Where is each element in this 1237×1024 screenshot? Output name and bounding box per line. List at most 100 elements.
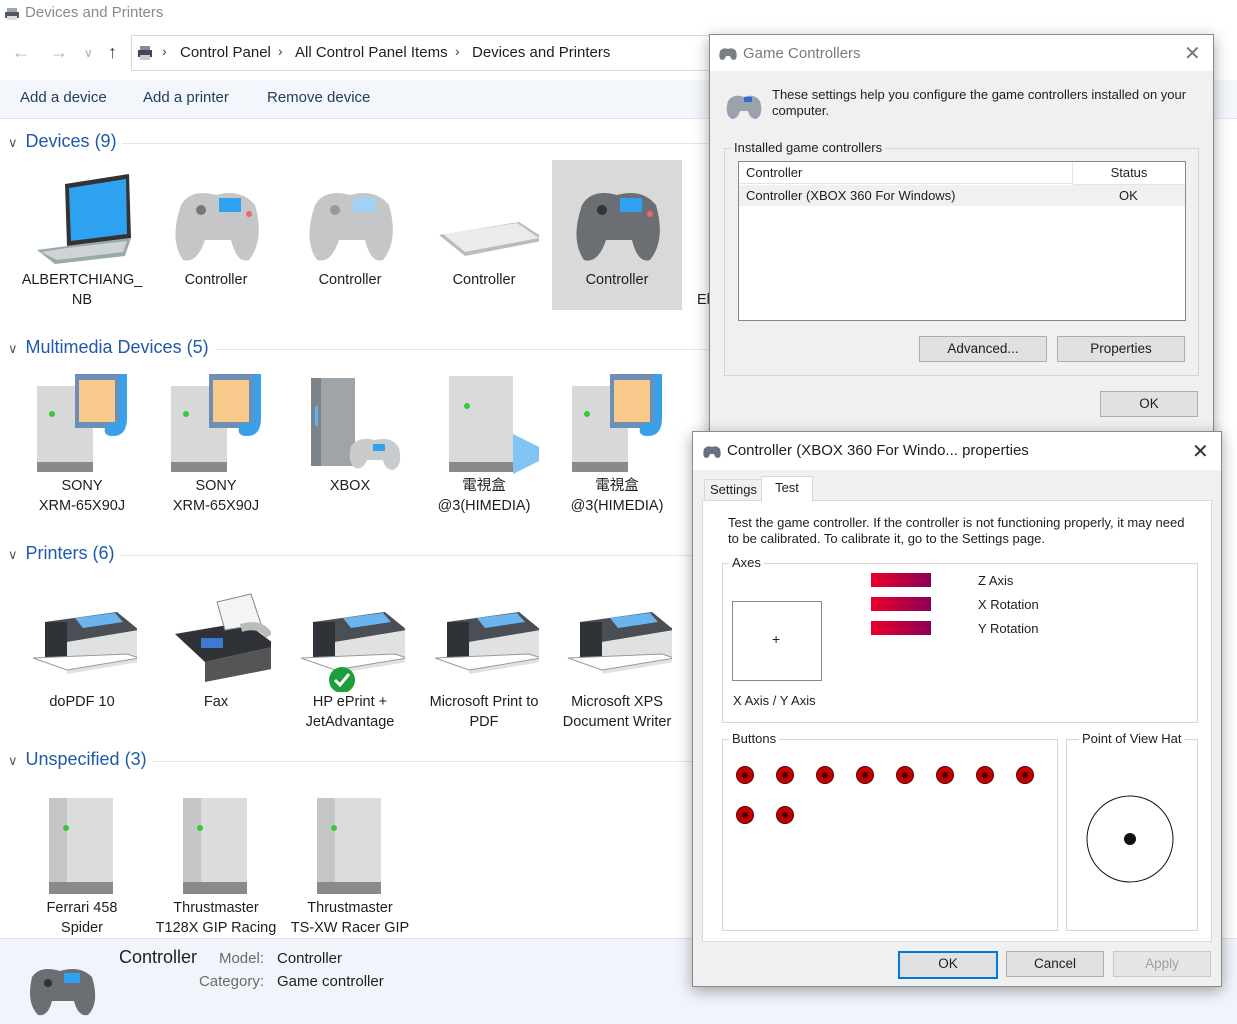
printer-tile-hp-eprint[interactable]: HP ePrint + JetAdvantage — [285, 582, 415, 732]
device-tile-sony-tv[interactable]: SONY XRM-65X90J — [151, 366, 281, 516]
laptop-icon — [27, 160, 137, 270]
breadcrumb-control-panel[interactable]: Control Panel — [180, 44, 271, 61]
media-server-icon — [161, 366, 271, 476]
device-tile-ferrari[interactable]: Ferrari 458 Spider — [17, 788, 147, 938]
add-printer-button[interactable]: Add a printer — [143, 89, 229, 106]
printer-app-icon — [4, 6, 20, 27]
group-count: (6) — [92, 543, 115, 563]
breadcrumb-chevron-icon: › — [455, 43, 460, 59]
button-indicator-5 — [896, 766, 914, 784]
device-tile-controller-selected[interactable]: Controller — [552, 160, 682, 310]
group-caption: Buttons — [729, 731, 780, 746]
fax-icon — [161, 582, 277, 692]
group-label: Devices — [25, 131, 90, 151]
remove-device-button[interactable]: Remove device — [267, 89, 370, 106]
apply-button[interactable]: Apply — [1113, 951, 1211, 977]
window-title: Devices and Printers — [25, 4, 164, 21]
generic-device-icon — [161, 788, 271, 898]
device-tile-controller[interactable]: Controller — [151, 160, 281, 290]
device-tile-xbox[interactable]: XBOX — [285, 366, 415, 496]
media-server-icon — [562, 366, 672, 476]
device-tile-partial[interactable]: El — [690, 160, 710, 310]
collapse-chevron-icon: ∨ — [8, 753, 18, 768]
close-icon[interactable]: ✕ — [1192, 439, 1209, 464]
address-bar[interactable]: › Control Panel › All Control Panel Item… — [131, 35, 732, 71]
collapse-chevron-icon: ∨ — [8, 341, 18, 356]
group-header-multimedia[interactable]: ∨ Multimedia Devices (5) — [8, 337, 209, 358]
printer-icon — [429, 582, 542, 692]
properties-button[interactable]: Properties — [1057, 336, 1185, 362]
group-caption: Installed game controllers — [731, 140, 886, 155]
device-label: Ferrari 458 — [46, 900, 118, 916]
gamepad-icon — [22, 953, 102, 1022]
printer-label: Microsoft XPS — [571, 694, 663, 710]
media-player-icon — [429, 366, 553, 476]
button-indicator-9 — [736, 806, 754, 824]
back-arrow-icon[interactable]: ← — [12, 42, 30, 63]
breadcrumb-devices-printers[interactable]: Devices and Printers — [472, 44, 610, 61]
details-category-label: Category: — [198, 973, 264, 990]
close-icon[interactable]: ✕ — [1184, 41, 1201, 66]
printer-label-line2: Document Writer — [562, 714, 672, 730]
device-tile-himedia[interactable]: 電視盒 @3(HIMEDIA) — [419, 366, 553, 516]
xy-axis-box: + — [732, 601, 822, 681]
gamepad-icon — [161, 160, 271, 270]
group-header-printers[interactable]: ∨ Printers (6) — [8, 543, 115, 564]
printer-tile-fax[interactable]: Fax — [151, 582, 281, 712]
group-divider — [122, 143, 712, 144]
device-tile-laptop[interactable]: ALBERTCHIANG_ NB — [17, 160, 147, 310]
ok-button[interactable]: OK — [898, 951, 998, 979]
up-arrow-icon[interactable]: ↑ — [108, 42, 117, 63]
breadcrumb-all-items[interactable]: All Control Panel Items — [295, 44, 448, 61]
group-count: (3) — [124, 749, 147, 769]
group-header-unspecified[interactable]: ∨ Unspecified (3) — [8, 749, 147, 770]
joystick-icon — [724, 87, 764, 126]
x-rotation-label: X Rotation — [978, 597, 1039, 612]
device-tile-thrustmaster-t128x[interactable]: Thrustmaster T128X GIP Racing — [151, 788, 281, 938]
tab-test[interactable]: Test — [761, 476, 813, 502]
column-header-status[interactable]: Status — [1073, 162, 1185, 185]
device-label-line2: TS-XW Racer GIP — [290, 920, 410, 936]
axes-group: Axes + X Axis / Y Axis Z Axis X Rotation… — [722, 555, 1198, 723]
table-row[interactable]: Controller (XBOX 360 For Windows) OK — [739, 185, 1185, 206]
button-indicator-2 — [776, 766, 794, 784]
generic-device-icon — [27, 788, 137, 898]
gamepad-icon — [295, 160, 405, 270]
breadcrumb-chevron-icon: › — [162, 43, 167, 59]
device-tile-thrustmaster-tsxw[interactable]: Thrustmaster TS-XW Racer GIP — [285, 788, 415, 938]
ok-button[interactable]: OK — [1100, 391, 1198, 417]
devices-printers-icon — [136, 44, 154, 67]
device-label-line2: NB — [71, 292, 93, 308]
main-title-bar: Devices and Printers — [0, 0, 1237, 28]
column-header-controller[interactable]: Controller — [739, 162, 1073, 184]
device-tile-controller-keyboard[interactable]: Controller — [419, 160, 549, 290]
device-tile-sony-tv[interactable]: SONY XRM-65X90J — [17, 366, 147, 516]
cancel-button[interactable]: Cancel — [1006, 951, 1104, 977]
xbox-console-icon — [295, 366, 405, 476]
device-tile-controller[interactable]: Controller — [285, 160, 415, 290]
device-label-line2: XRM-65X90J — [38, 498, 126, 514]
group-label: Unspecified — [25, 749, 120, 769]
advanced-button[interactable]: Advanced... — [919, 336, 1047, 362]
details-model-label: Model: — [218, 950, 264, 967]
recent-chevron-icon[interactable]: ∨ — [84, 46, 93, 60]
add-device-button[interactable]: Add a device — [20, 89, 107, 106]
printer-tile-dopdf[interactable]: doPDF 10 — [17, 582, 147, 712]
gamepad-icon — [702, 443, 722, 464]
device-tile-himedia[interactable]: 電視盒 @3(HIMEDIA) — [552, 366, 682, 516]
printer-tile-ms-print-pdf[interactable]: Microsoft Print to PDF — [419, 582, 549, 732]
device-label: Controller — [318, 272, 382, 288]
gamepad-icon — [562, 160, 672, 270]
pov-hat-indicator — [1086, 795, 1174, 883]
printer-label: HP ePrint + — [312, 694, 388, 710]
crosshair-icon: + — [772, 631, 781, 647]
controllers-list[interactable]: Controller Status Controller (XBOX 360 F… — [738, 161, 1186, 321]
details-model-value: Controller — [277, 950, 343, 967]
button-indicator-8 — [1016, 766, 1034, 784]
forward-arrow-icon[interactable]: → — [50, 42, 68, 63]
tab-settings[interactable]: Settings — [704, 479, 763, 500]
group-header-devices[interactable]: ∨ Devices (9) — [8, 131, 117, 152]
printer-tile-ms-xps[interactable]: Microsoft XPS Document Writer — [552, 582, 682, 732]
group-caption: Point of View Hat — [1079, 731, 1185, 746]
group-count: (5) — [186, 337, 209, 357]
